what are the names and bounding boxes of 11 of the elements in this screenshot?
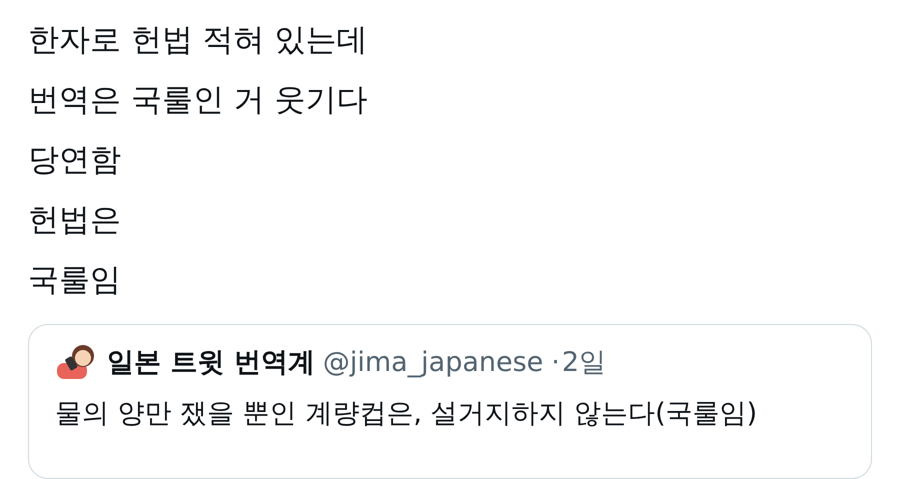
post-text-line: 국룰임 bbox=[28, 261, 122, 300]
separator-dot: · bbox=[551, 346, 560, 378]
post-text-line: 헌법은 bbox=[28, 201, 122, 240]
quoted-post-card[interactable]: 일본 트윗 번역계 @jima_japanese ·2일 물의 양만 쟀을 뿐인 계량컵은, 설거지하지 않는다(국룰임) bbox=[28, 324, 872, 479]
quoted-post-text: 물의 양만 쟀을 뿐인 계량컵은, 설거지하지 않는다(국룰임) bbox=[55, 397, 758, 431]
post-text-line: 한자로 헌법 적혀 있는데 bbox=[28, 21, 369, 60]
post-time: 2일 bbox=[562, 346, 606, 380]
author-name[interactable]: 일본 트윗 번역계 bbox=[107, 344, 315, 380]
author-handle[interactable]: @jima_japanese bbox=[322, 346, 544, 378]
post-text-line: 번역은 국룰인 거 웃기다 bbox=[28, 81, 369, 120]
post-text-line: 당연함 bbox=[28, 141, 122, 180]
